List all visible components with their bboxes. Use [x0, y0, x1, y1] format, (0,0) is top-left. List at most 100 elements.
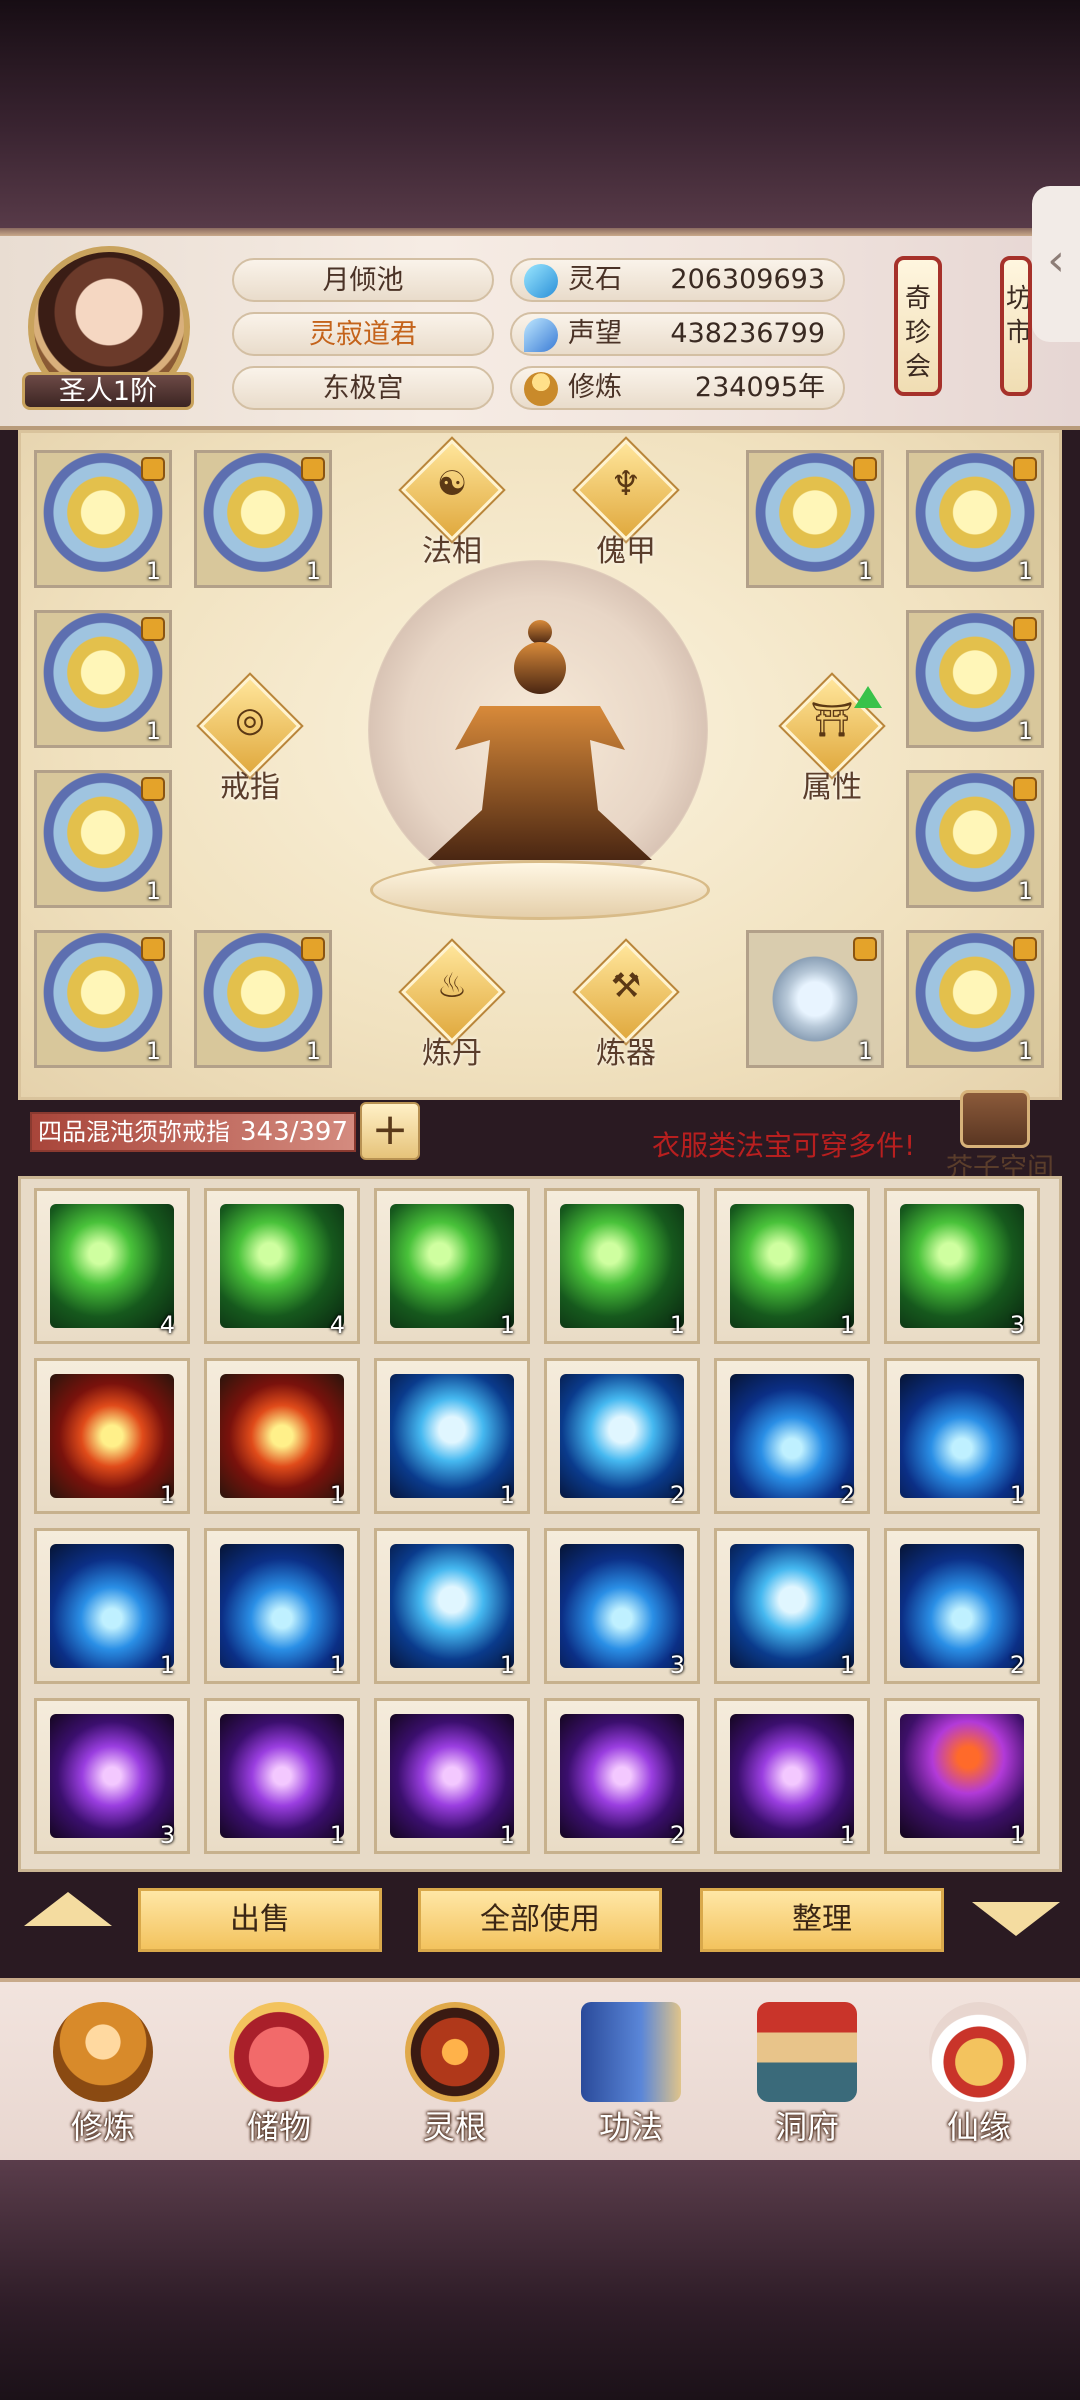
equipment-slot[interactable]: 1 [34, 770, 172, 908]
inventory-item[interactable]: 1 [204, 1528, 360, 1684]
chest-icon[interactable] [960, 1090, 1030, 1148]
item-count: 1 [839, 1651, 855, 1679]
inventory-item[interactable]: 1 [204, 1358, 360, 1514]
green-skill-icon [730, 1204, 854, 1328]
slot-count: 1 [145, 1037, 161, 1065]
nav-storage[interactable]: 储物 [194, 1990, 364, 2160]
inventory-item[interactable]: 1 [544, 1188, 700, 1344]
forging-button[interactable]: ⚒ 炼器 [574, 941, 678, 1071]
skull-skill-icon [560, 1374, 684, 1498]
equipment-slot[interactable]: 1 [906, 450, 1044, 588]
inventory-item[interactable]: 1 [34, 1358, 190, 1514]
scripture-book-icon [581, 2002, 681, 2102]
inventory-item[interactable]: 2 [544, 1358, 700, 1514]
stat-value: 438236799 [670, 318, 825, 349]
player-sect: 东极宫 [232, 366, 494, 410]
alchemy-button[interactable]: ♨ 炼丹 [400, 941, 504, 1071]
item-count: 1 [1009, 1481, 1025, 1509]
red-skill-icon [50, 1374, 174, 1498]
skull-skill-icon [390, 1374, 514, 1498]
inventory-item[interactable]: 1 [714, 1188, 870, 1344]
dharma-form-button[interactable]: ☯ 法相 [400, 439, 504, 569]
use-all-button[interactable]: 全部使用 [418, 1888, 662, 1952]
button-label: 傀甲 [596, 534, 656, 569]
equipment-slot[interactable]: 1 [194, 930, 332, 1068]
item-count: 1 [499, 1481, 515, 1509]
equipment-slot[interactable]: 1 [906, 770, 1044, 908]
item-count: 1 [159, 1651, 175, 1679]
item-count: 4 [159, 1311, 175, 1339]
equipment-slot[interactable]: 1 [34, 610, 172, 748]
inventory-item[interactable]: 1 [714, 1698, 870, 1854]
inventory-item[interactable]: 3 [34, 1698, 190, 1854]
meditating-figure [428, 620, 652, 860]
item-count: 3 [1009, 1311, 1025, 1339]
slot-count: 1 [305, 557, 321, 585]
inventory-item[interactable]: 2 [714, 1358, 870, 1514]
ring-button[interactable]: ◎ 戒指 [198, 675, 302, 805]
inventory-item[interactable]: 4 [34, 1188, 190, 1344]
meditation-icon: ☯ [436, 464, 468, 504]
lock-icon [853, 937, 877, 961]
inventory-item[interactable]: 2 [884, 1528, 1040, 1684]
inventory-item[interactable]: 3 [884, 1188, 1040, 1344]
nav-cave-abode[interactable]: 洞府 [722, 1990, 892, 2160]
treasure-hall-button[interactable]: 奇珍会 [894, 256, 942, 396]
top-background [0, 0, 1080, 236]
item-count: 1 [669, 1311, 685, 1339]
item-count: 2 [669, 1821, 685, 1849]
item-count: 1 [329, 1821, 345, 1849]
stat-label: 修炼 [568, 372, 622, 403]
slot-count: 1 [305, 1037, 321, 1065]
expand-bag-button[interactable]: + [360, 1102, 420, 1160]
page-down-arrow-icon[interactable] [972, 1902, 1060, 1936]
item-count: 1 [159, 1481, 175, 1509]
inventory-item[interactable]: 1 [374, 1698, 530, 1854]
item-count: 1 [839, 1311, 855, 1339]
sell-button[interactable]: 出售 [138, 1888, 382, 1952]
inventory-item[interactable]: 1 [204, 1698, 360, 1854]
equipment-slot-bow[interactable]: 1 [746, 930, 884, 1068]
ghost-skill-icon [730, 1374, 854, 1498]
purple-skill-icon [220, 1714, 344, 1838]
item-count: 1 [499, 1821, 515, 1849]
inventory-item[interactable]: 1 [884, 1358, 1040, 1514]
inventory-item[interactable]: 2 [544, 1698, 700, 1854]
nav-spirit-root[interactable]: 灵根 [370, 1990, 540, 2160]
nav-cultivation[interactable]: 修炼 [18, 1990, 188, 2160]
item-count: 2 [839, 1481, 855, 1509]
equipment-slot[interactable]: 1 [34, 450, 172, 588]
armor-icon: ♆ [610, 464, 642, 504]
inventory-item[interactable]: 3 [544, 1528, 700, 1684]
nav-techniques[interactable]: 功法 [546, 1990, 716, 2160]
inventory-item[interactable]: 1 [374, 1528, 530, 1684]
equipment-slot[interactable]: 1 [906, 610, 1044, 748]
inventory-item[interactable]: 1 [884, 1698, 1040, 1854]
puppet-armor-button[interactable]: ♆ 傀甲 [574, 439, 678, 569]
sort-button[interactable]: 整理 [700, 1888, 944, 1952]
equipment-slot[interactable]: 1 [194, 450, 332, 588]
market-button[interactable]: 坊市 [1000, 256, 1032, 396]
equipment-slot[interactable]: 1 [746, 450, 884, 588]
equipment-slot[interactable]: 1 [906, 930, 1044, 1068]
inventory-item[interactable]: 1 [374, 1188, 530, 1344]
inventory-item[interactable]: 1 [34, 1528, 190, 1684]
flame-skill-icon [900, 1714, 1024, 1838]
rank-badge: 圣人1阶 [22, 372, 194, 410]
ghost-skill-icon [50, 1544, 174, 1668]
page-up-arrow-icon[interactable] [24, 1892, 112, 1926]
purple-skill-icon [560, 1714, 684, 1838]
stat-value: 234095年 [694, 372, 825, 403]
nav-label: 仙缘 [946, 2108, 1011, 2146]
spirit-stone-icon [524, 264, 558, 298]
side-collapse-tab[interactable]: ‹ [1032, 186, 1080, 342]
inventory-item[interactable]: 1 [374, 1358, 530, 1514]
item-count: 1 [329, 1481, 345, 1509]
slot-count: 1 [857, 1037, 873, 1065]
slot-count: 1 [145, 877, 161, 905]
inventory-item[interactable]: 4 [204, 1188, 360, 1344]
equipment-slot[interactable]: 1 [34, 930, 172, 1068]
slot-count: 1 [1017, 717, 1033, 745]
inventory-item[interactable]: 1 [714, 1528, 870, 1684]
nav-immortal-fate[interactable]: 仙缘 [894, 1990, 1064, 2160]
